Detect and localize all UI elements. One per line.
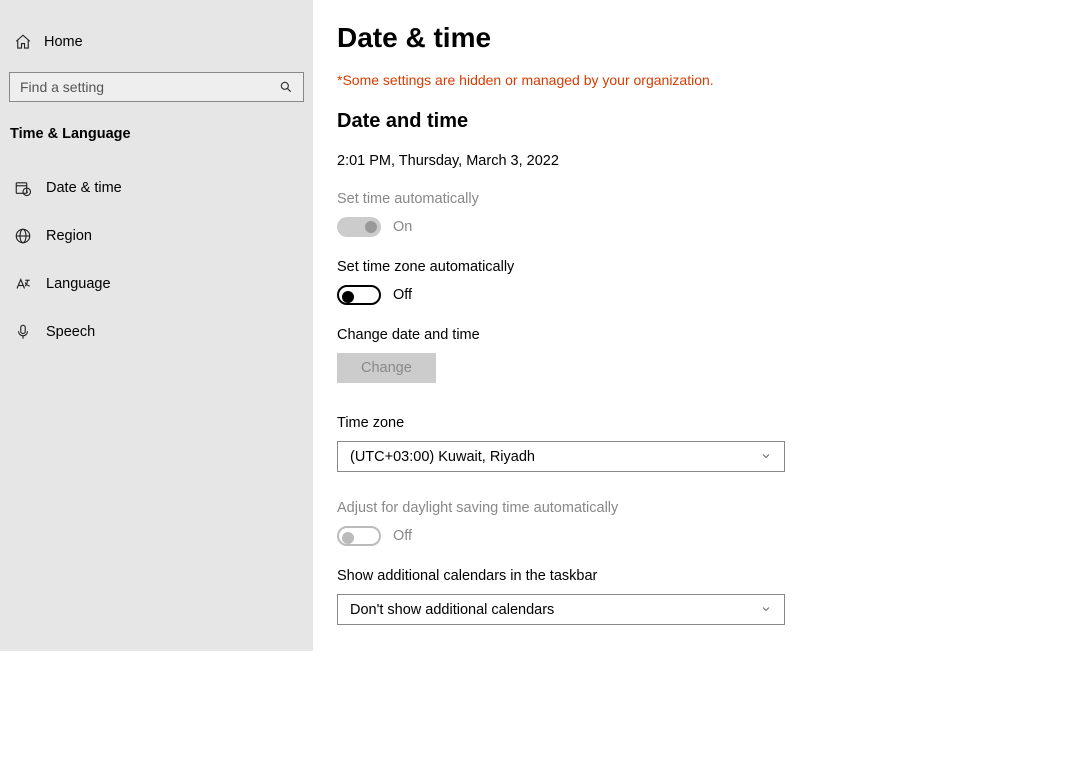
sidebar: Home Time & Language Date & time — [0, 0, 313, 651]
setting-label: Adjust for daylight saving time automati… — [337, 500, 1056, 516]
setting-set-time-auto: Set time automatically On — [337, 191, 1056, 237]
toggle-dst — [337, 526, 381, 546]
sidebar-item-label: Date & time — [46, 180, 122, 196]
setting-timezone: Time zone (UTC+03:00) Kuwait, Riyadh — [337, 415, 1056, 472]
setting-label: Set time zone automatically — [337, 259, 1056, 275]
setting-change-dt: Change date and time Change — [337, 327, 1056, 383]
language-icon — [14, 275, 32, 293]
sidebar-item-date-time[interactable]: Date & time — [0, 164, 313, 212]
org-warning-text: *Some settings are hidden or managed by … — [337, 72, 1056, 88]
setting-label: Change date and time — [337, 327, 1056, 343]
sidebar-item-speech[interactable]: Speech — [0, 308, 313, 356]
setting-label: Show additional calendars in the taskbar — [337, 568, 1056, 584]
setting-label: Set time automatically — [337, 191, 1056, 207]
chevron-down-icon — [760, 602, 772, 618]
sidebar-item-label: Speech — [46, 324, 95, 340]
toggle-state: Off — [393, 287, 412, 303]
sidebar-item-region[interactable]: Region — [0, 212, 313, 260]
timezone-select[interactable]: (UTC+03:00) Kuwait, Riyadh — [337, 441, 785, 472]
microphone-icon — [14, 323, 32, 341]
setting-label: Time zone — [337, 415, 1056, 431]
globe-icon — [14, 227, 32, 245]
select-value: (UTC+03:00) Kuwait, Riyadh — [350, 449, 535, 465]
toggle-set-tz-auto[interactable] — [337, 285, 381, 305]
setting-additional-cal: Show additional calendars in the taskbar… — [337, 568, 1056, 625]
sidebar-item-language[interactable]: Language — [0, 260, 313, 308]
section-heading: Date and time — [337, 110, 1056, 133]
home-link[interactable]: Home — [0, 20, 313, 64]
home-icon — [14, 33, 32, 51]
search-icon — [279, 80, 293, 94]
select-value: Don't show additional calendars — [350, 602, 554, 618]
category-title: Time & Language — [0, 110, 313, 156]
setting-dst: Adjust for daylight saving time automati… — [337, 500, 1056, 546]
toggle-state: Off — [393, 528, 412, 544]
sidebar-item-label: Language — [46, 276, 111, 292]
additional-cal-select[interactable]: Don't show additional calendars — [337, 594, 785, 625]
current-datetime: 2:01 PM, Thursday, March 3, 2022 — [337, 153, 1056, 169]
setting-set-tz-auto: Set time zone automatically Off — [337, 259, 1056, 305]
toggle-state: On — [393, 219, 412, 235]
home-label: Home — [44, 34, 83, 50]
toggle-set-time-auto — [337, 217, 381, 237]
main-content: Date & time *Some settings are hidden or… — [313, 0, 1080, 651]
search-input-field[interactable] — [20, 79, 279, 95]
sidebar-item-label: Region — [46, 228, 92, 244]
change-button: Change — [337, 353, 436, 383]
page-title: Date & time — [337, 22, 1056, 54]
chevron-down-icon — [760, 449, 772, 465]
calendar-clock-icon — [14, 179, 32, 197]
search-setting-input[interactable] — [9, 72, 304, 102]
